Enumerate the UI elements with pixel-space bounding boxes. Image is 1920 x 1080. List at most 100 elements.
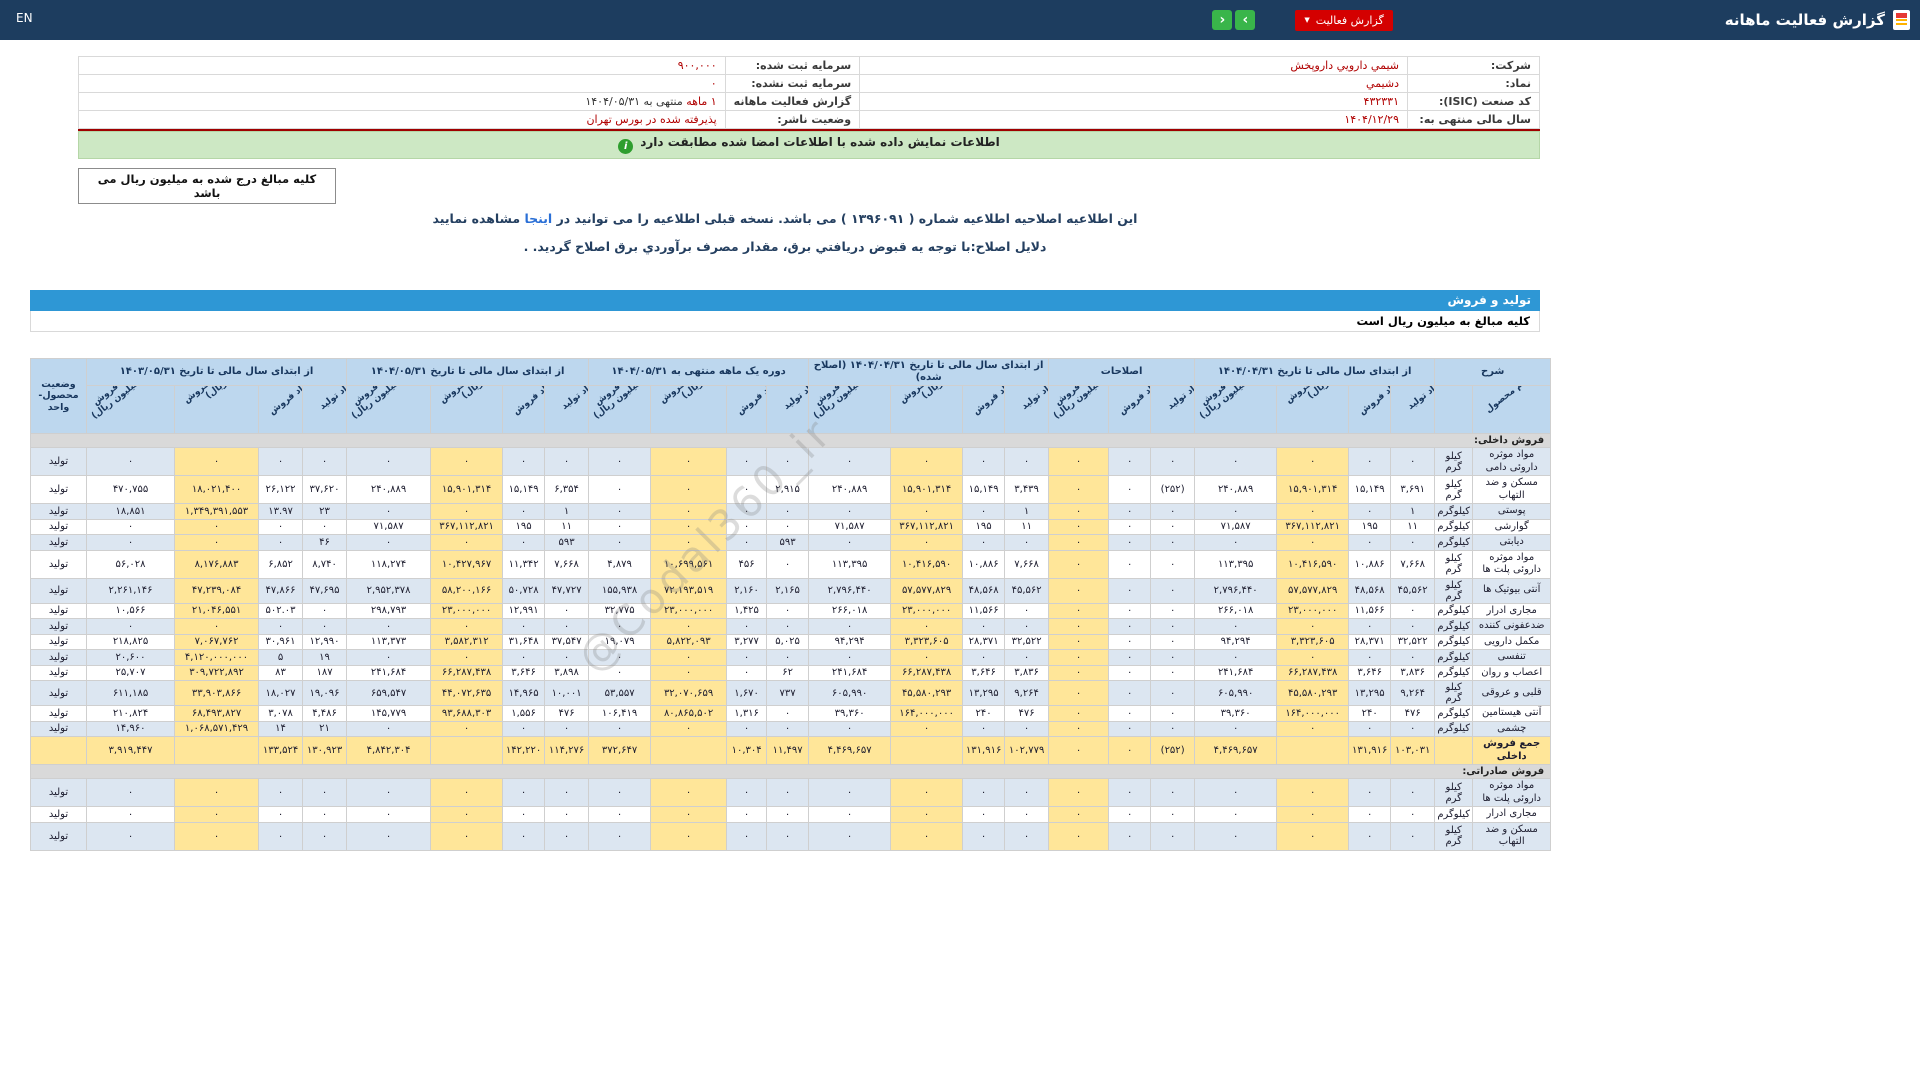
value-cell: ۰ [85, 778, 176, 807]
value-cell: ۴۷۶ [544, 705, 590, 722]
value-cell: ۰ [258, 518, 304, 535]
value-cell: ۰ [302, 602, 348, 619]
status-cell: تولید [30, 618, 87, 635]
value-cell: ۰ [650, 518, 728, 535]
value-cell: ۱۴,۹۶۵ [502, 680, 546, 706]
total-row: جمع فروش داخلی ۱۰۳,۰۳۱ ۱۳۱,۹۱۶ ۴,۴۶۹,۶۵۷ (۲۵… [30, 736, 1552, 765]
value-cell: ۰ [1150, 821, 1196, 851]
column-header: تعداد فروش [962, 385, 1006, 434]
value-cell: ۰ [1150, 577, 1196, 604]
value-cell: ۶,۳۵۴ [544, 475, 590, 504]
value-cell: ۱ [1390, 503, 1436, 520]
value-cell: ۰ [1276, 806, 1350, 823]
value-cell: ۰ [726, 778, 768, 807]
value-cell: ۴,۴۶۹,۶۵۷ [1194, 736, 1278, 765]
value-cell: ۵۷,۵۷۷,۸۲۹ [890, 577, 964, 604]
column-header: نرخ فروش (ریال) [650, 385, 728, 434]
production-sales-table-wrap: شرح از ابتدای سال مالی تا تاریخ ۱۴۰۴/۰۴/۳… [29, 358, 1552, 851]
column-header: تعداد فروش [258, 385, 304, 434]
value-cell: ۹,۲۶۴ [1004, 680, 1050, 706]
value-cell: ۰ [1004, 806, 1050, 823]
nav-forward-button[interactable]: › [1235, 10, 1256, 30]
section-row: فروش داخلی: [29, 433, 1552, 448]
value-cell: ۰ [726, 618, 768, 635]
value-cell: ۰ [1108, 633, 1152, 650]
value-cell: ۰ [588, 475, 652, 504]
previous-version-link[interactable]: اینجا [524, 211, 552, 226]
correction-text-pre: این اطلاعیه اصلاحیه اطلاعیه شماره ( ۱۳۹۶… [552, 211, 1138, 226]
value-cell: ۰ [1150, 447, 1196, 476]
column-header: تعداد فروش [726, 385, 768, 434]
value-cell: ۰ [808, 503, 892, 520]
value-cell: ۳۶۷,۱۱۲,۸۲۱ [430, 518, 504, 535]
product-row: مسکن و ضد التهاب کیلو گرم ۳,۶۹۱ ۱۵,۱۴۹ ۱۵,۹۰… [30, 475, 1552, 504]
value-cell: ۴۷۶ [1004, 705, 1050, 722]
value-cell: ۶۶,۲۸۷,۴۳۸ [1276, 664, 1350, 681]
value-cell: ۷۲,۱۹۳,۵۱۹ [650, 577, 728, 604]
value-cell: ۲,۹۵۲,۳۷۸ [346, 577, 432, 604]
value-cell: ۰ [1004, 534, 1050, 551]
value-cell: ۱۴,۹۶۰ [85, 720, 176, 737]
value-cell: ۱۹,۰۷۹ [588, 633, 652, 650]
fiscal-year-label: سال مالی منتهی به: [1407, 110, 1540, 129]
value-cell: ۰ [258, 778, 304, 807]
value-cell: ۰ [1150, 633, 1196, 650]
value-cell: ۸,۱۷۶,۸۸۳ [174, 549, 260, 579]
value-cell: ۰ [1048, 503, 1110, 520]
value-cell: ۱۱۳,۳۹۵ [808, 549, 892, 579]
value-cell: ۰ [346, 447, 432, 476]
value-cell: ۰ [766, 778, 810, 807]
value-cell: ۰ [174, 534, 260, 551]
value-cell: ۲۴۰,۸۸۹ [346, 475, 432, 504]
value-cell: ۱۳,۲۹۵ [1348, 680, 1392, 706]
value-cell: ۳۲,۵۲۲ [1390, 633, 1436, 650]
value-cell: ۳,۶۴۶ [1348, 664, 1392, 681]
value-cell [174, 736, 260, 765]
column-header: مبلغ فروش (میلیون ریال) [346, 385, 432, 434]
company-label: شرکت: [1407, 56, 1540, 75]
value-cell: ۰ [1048, 705, 1110, 722]
value-cell: ۰ [1048, 602, 1110, 619]
value-cell: ۳,۵۸۲,۳۱۲ [430, 633, 504, 650]
value-cell: ۰ [650, 821, 728, 851]
unit-cell: کیلوگرم [1434, 618, 1474, 635]
value-cell: ۶۶,۲۸۷,۴۳۸ [890, 664, 964, 681]
value-cell: ۳۲,۷۷۵ [588, 602, 652, 619]
value-cell: ۰ [430, 503, 504, 520]
table-row: شرکت: شیمي دارویي داروپخش سرمایه ثبت شده… [78, 56, 1540, 75]
value-cell: ۴,۱۲۰,۰۰۰,۰۰۰ [174, 649, 260, 666]
value-cell: ۰ [1108, 821, 1152, 851]
value-cell: ۰ [726, 720, 768, 737]
value-cell: ۰ [502, 503, 546, 520]
value-cell: ۱۰,۴۱۶,۵۹۰ [1276, 549, 1350, 579]
value-cell: ۲,۹۱۵ [766, 475, 810, 504]
value-cell: ۱۹۵ [962, 518, 1006, 535]
value-cell: ۰ [1150, 602, 1196, 619]
value-cell [650, 736, 728, 765]
correction-reason: دلایل اصلاح:با توجه یه قبوض دریافتي برق،… [523, 239, 1047, 254]
value-cell: ۰ [544, 821, 590, 851]
value-cell: ۰ [650, 649, 728, 666]
value-cell: ۲۴۰ [962, 705, 1006, 722]
value-cell: ۰ [1048, 736, 1110, 765]
value-cell: ۳,۴۳۹ [1004, 475, 1050, 504]
amounts-unit-note: کلیه مبالغ درج شده به میلیون ریال می باش… [78, 168, 336, 204]
language-toggle[interactable]: EN [16, 11, 33, 25]
value-cell: (۲۵۲) [1150, 475, 1196, 504]
value-cell: ۵,۸۲۲,۰۹۳ [650, 633, 728, 650]
value-cell: ۱,۰۶۸,۵۷۱,۴۲۹ [174, 720, 260, 737]
value-cell: ۰ [502, 720, 546, 737]
column-group-header: از ابتدای سال مالی تا تاریخ ۱۴۰۴/۰۴/۳۱ (… [808, 358, 1050, 386]
value-cell: ۰ [1348, 649, 1392, 666]
value-cell: ۱۰۲,۷۷۹ [1004, 736, 1050, 765]
value-cell: ۴۶ [302, 534, 348, 551]
value-cell: ۰ [1150, 549, 1196, 579]
value-cell: ۱,۳۱۶ [726, 705, 768, 722]
value-cell: ۶,۸۵۲ [258, 549, 304, 579]
value-cell: ۰ [1108, 503, 1152, 520]
nav-back-button[interactable]: ‹ [1212, 10, 1233, 30]
value-cell: ۳۳,۹۰۳,۸۶۶ [174, 680, 260, 706]
value-cell: ۰ [430, 649, 504, 666]
value-cell: ۲۳ [302, 503, 348, 520]
report-type-dropdown[interactable]: گزارش فعالیت ▼ [1295, 9, 1393, 31]
